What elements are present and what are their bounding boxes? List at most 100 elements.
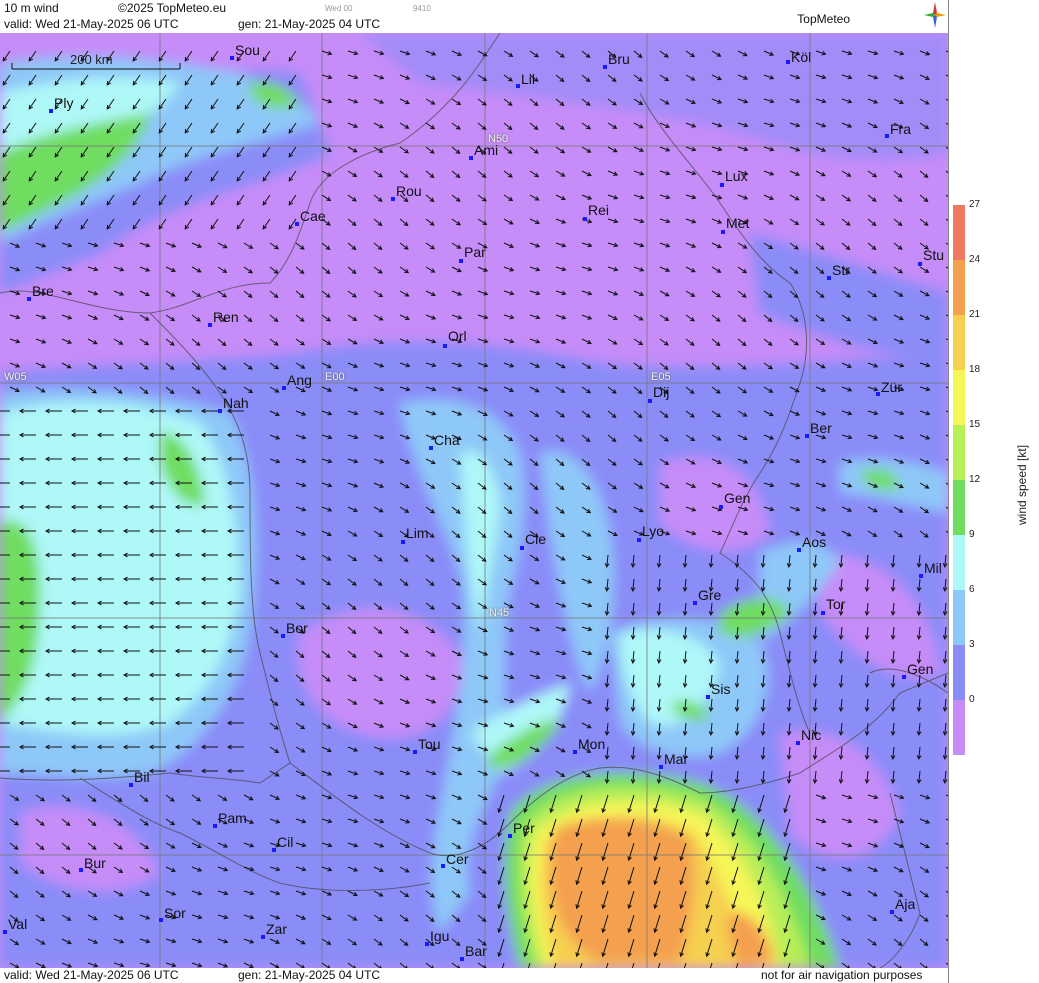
city-marker [469,156,473,160]
city-marker [429,446,433,450]
city-marker [516,84,520,88]
legend-color-step [953,425,965,480]
city-label[interactable]: Cer [446,851,469,867]
city-label[interactable]: Mon [578,736,605,752]
city-label[interactable]: Lim [406,525,429,541]
city-label[interactable]: Par [464,244,486,260]
city-marker [295,222,299,226]
grid-label-w05: W05 [4,371,27,383]
city-label[interactable]: Gen [724,490,750,506]
city-marker [919,574,923,578]
city-marker [603,65,607,69]
city-label[interactable]: Bil [134,769,150,785]
city-label[interactable]: Ami [474,142,498,158]
city-label[interactable]: Nic [801,727,821,743]
city-label[interactable]: Igu [430,928,449,944]
city-marker [460,957,464,961]
city-label[interactable]: Val [8,916,27,932]
city-label[interactable]: Rei [588,202,609,218]
city-marker [27,297,31,301]
city-marker [827,276,831,280]
city-label[interactable]: Cha [434,432,460,448]
wind-map[interactable]: 200 km N50 W05 E00 E05 N45 Sou Bru Köl P… [0,33,948,968]
disclaimer-text: not for air navigation purposes [761,968,923,982]
city-label[interactable]: Aos [802,534,826,550]
city-marker [805,434,809,438]
city-marker [425,942,429,946]
city-marker [459,259,463,263]
city-label[interactable]: Orl [448,328,467,344]
city-label[interactable]: Bor [286,620,308,636]
city-marker [213,824,217,828]
city-label[interactable]: Ply [54,95,73,111]
city-label[interactable]: Sis [711,681,730,697]
city-label[interactable]: Dij [653,384,669,400]
city-label[interactable]: Rou [396,183,422,199]
city-label[interactable]: Fra [890,121,911,137]
city-label[interactable]: Bur [84,855,106,871]
city-label[interactable]: Köl [791,49,811,65]
legend-tick: 21 [969,309,981,320]
city-marker [720,183,724,187]
legend-color-step [953,645,965,700]
city-marker [443,344,447,348]
city-marker [281,634,285,638]
city-marker [49,109,53,113]
city-marker [706,695,710,699]
city-label[interactable]: Tou [418,736,441,752]
city-marker [413,750,417,754]
legend-color-step [953,205,965,260]
city-label[interactable]: Ren [213,309,239,325]
legend-tick: 0 [969,694,975,705]
city-label[interactable]: Lil [521,71,535,87]
legend-tick: 15 [969,419,981,430]
city-label[interactable]: Ang [287,372,312,388]
city-label[interactable]: Cae [300,208,326,224]
grid-label-e00: E00 [325,371,345,383]
city-marker [583,217,587,221]
city-label[interactable]: Aja [895,896,915,912]
city-label[interactable]: Bar [465,943,487,959]
city-label[interactable]: Sou [235,42,260,58]
city-label[interactable]: Bru [608,51,630,67]
city-label[interactable]: Cle [525,531,546,547]
copyright-text: ©2025 TopMeteo.eu [118,1,227,15]
city-label[interactable]: Zar [266,921,287,937]
city-marker [885,134,889,138]
city-label[interactable]: Ber [810,420,832,436]
city-label[interactable]: Stu [923,247,944,263]
gen-time: gen: 21-May-2025 04 UTC [238,17,381,31]
city-marker [648,399,652,403]
city-marker [391,197,395,201]
city-label[interactable]: Tor [826,596,845,612]
city-label[interactable]: Pam [218,810,247,826]
legend-tick: 9 [969,529,975,540]
city-marker [282,386,286,390]
city-marker [876,392,880,396]
city-marker [786,60,790,64]
city-label[interactable]: Cil [277,834,293,850]
legend-color-step [953,315,965,370]
city-label[interactable]: Str [832,262,850,278]
city-marker [637,538,641,542]
legend-color-step [953,480,965,535]
city-label[interactable]: Zür [881,379,902,395]
city-label[interactable]: Bre [32,283,54,299]
city-label[interactable]: Sor [164,905,186,921]
city-marker [721,230,725,234]
city-label[interactable]: Gen [907,661,933,677]
city-label[interactable]: Mil [924,560,942,576]
city-marker [79,868,83,872]
city-label[interactable]: Nah [223,395,249,411]
city-label[interactable]: Per [513,820,535,836]
city-label[interactable]: Lux [725,168,748,184]
footer-gen-time: gen: 21-May-2025 04 UTC [238,968,381,982]
city-label[interactable]: Gre [698,587,721,603]
city-marker [918,262,922,266]
legend-tick: 6 [969,584,975,595]
city-label[interactable]: Lyo [642,523,664,539]
city-label[interactable]: Met [726,215,749,231]
city-label[interactable]: Mar [664,751,688,767]
city-marker [401,540,405,544]
wind-speed-legend: 27 24 21 18 15 12 9 6 3 0 wind speed [kt… [948,0,1039,983]
